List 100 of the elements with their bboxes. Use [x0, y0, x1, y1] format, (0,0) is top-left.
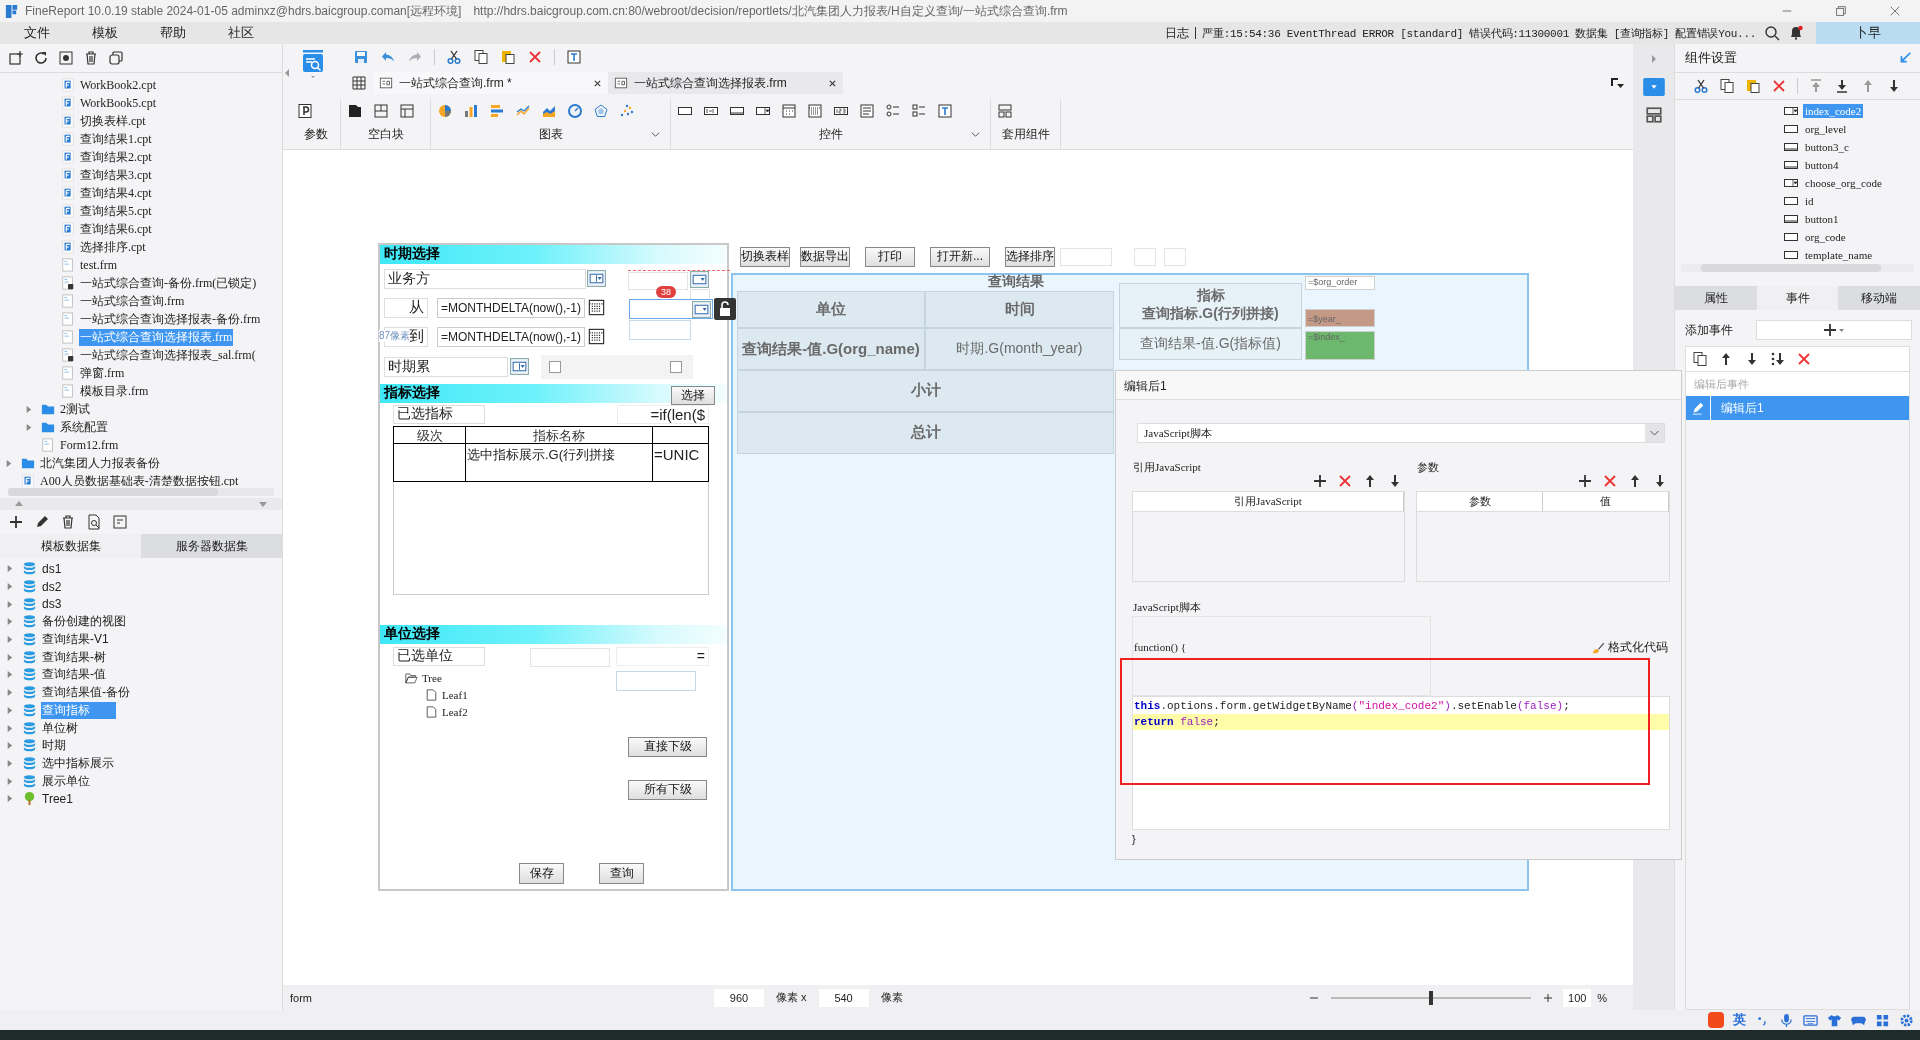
file-tree-item[interactable]: 查询结果5.cpt	[79, 202, 153, 220]
panel-tab[interactable]: 属性	[1675, 286, 1757, 310]
dataset-item[interactable]: 展示单位	[41, 772, 91, 790]
cut-icon[interactable]	[446, 49, 462, 65]
close-icon[interactable]	[828, 78, 837, 88]
file-tree-item[interactable]: 一站式综合查询-备份.frm(已锁定)	[79, 274, 258, 292]
radar-chart-icon[interactable]	[593, 103, 609, 120]
edit-icon[interactable]	[34, 514, 50, 530]
expand-arrow-icon[interactable]	[5, 741, 14, 751]
text-field[interactable]	[616, 670, 696, 691]
parameter-icon[interactable]	[297, 103, 313, 120]
cut-icon[interactable]	[1693, 78, 1709, 94]
dataset-tab[interactable]: 服务器数据集	[141, 534, 282, 558]
dropdown-icon[interactable]	[690, 270, 709, 288]
widget-item[interactable]: button3_c	[1803, 140, 1851, 154]
date-field[interactable]: =MONTHDELTA(now(),-1)	[437, 326, 585, 347]
expand-arrow-icon[interactable]	[5, 564, 14, 574]
tree-node[interactable]: Tree	[422, 672, 442, 685]
block-icon[interactable]	[347, 103, 363, 120]
file-tree-item[interactable]: 查询结果6.cpt	[79, 220, 153, 238]
dataset-item[interactable]: Tree1	[41, 791, 74, 806]
expand-arrow-icon[interactable]	[5, 705, 14, 715]
script-type-select[interactable]: JavaScript脚本	[1137, 423, 1665, 443]
file-tree-item[interactable]: 一站式综合查询选择报表_sal.frm(	[79, 346, 257, 364]
calendar-icon[interactable]	[587, 297, 606, 317]
toolbar-button[interactable]: 数据导出	[800, 246, 850, 267]
lock-icon[interactable]	[714, 297, 736, 320]
sort-icon[interactable]	[1770, 351, 1786, 367]
action-button[interactable]: 所有下级	[628, 779, 707, 800]
file-tree-item[interactable]: 选择排序.cpt	[79, 238, 147, 256]
menu-item[interactable]: 文件	[0, 24, 50, 42]
paste-icon[interactable]	[1745, 78, 1761, 94]
expand-arrow-icon[interactable]	[4, 458, 13, 468]
log-link[interactable]: 日志	[1165, 24, 1190, 42]
document-search-icon[interactable]	[86, 514, 102, 530]
delete-icon[interactable]	[527, 49, 543, 65]
add-icon[interactable]	[8, 514, 24, 530]
expand-arrow-icon[interactable]	[5, 652, 14, 662]
file-tree-item[interactable]: 一站式综合查询.frm	[79, 292, 186, 310]
dataset-item[interactable]: ds1	[41, 561, 63, 576]
formula-field[interactable]: =	[616, 646, 709, 666]
folder-open-icon[interactable]	[405, 672, 418, 685]
dataset-item[interactable]: ds2	[41, 579, 63, 594]
delete-icon[interactable]	[1337, 473, 1353, 489]
expand-arrow-icon[interactable]	[24, 404, 33, 414]
grid-icon[interactable]	[1875, 1012, 1890, 1028]
expand-arrow-icon[interactable]	[5, 723, 14, 733]
table-layout-icon[interactable]	[399, 103, 415, 120]
dataset-item[interactable]: 时期	[41, 737, 67, 755]
save-icon[interactable]	[353, 49, 369, 65]
scrollbar-thumb[interactable]	[8, 488, 218, 496]
trash-icon[interactable]	[83, 50, 99, 66]
collapse-down-icon[interactable]	[258, 499, 268, 509]
scrollbar-thumb[interactable]	[1701, 264, 1881, 272]
widget-item[interactable]: id	[1803, 194, 1816, 208]
dataset-item[interactable]: ds3	[41, 597, 63, 612]
expand-arrow-icon[interactable]	[5, 635, 14, 645]
toolbar-button[interactable]: 打开新...	[930, 246, 990, 267]
dataset-item[interactable]: 选中指标展示	[41, 754, 115, 772]
slider-thumb[interactable]	[1429, 990, 1434, 1005]
menu-item[interactable]: 帮助	[136, 24, 186, 42]
report-designer-icon[interactable]	[301, 50, 325, 80]
widget-item[interactable]: org_level	[1803, 122, 1849, 136]
dock-arrow-icon[interactable]	[1898, 51, 1912, 65]
widget-item[interactable]: button1	[1803, 212, 1841, 226]
file-tree-item[interactable]: 一站式综合查询选择报表-备份.frm	[79, 310, 262, 328]
widget-item[interactable]: org_code	[1803, 230, 1848, 244]
file-tree-item[interactable]: 查询结果1.cpt	[79, 130, 153, 148]
zoom-field[interactable]: 100	[1563, 988, 1592, 1007]
keyboard-icon[interactable]	[1803, 1012, 1818, 1028]
toolbar-button[interactable]: 选择排序	[1005, 246, 1055, 267]
bell-icon[interactable]	[1788, 25, 1804, 41]
bar-chart-icon[interactable]	[463, 103, 479, 120]
file-tree-item[interactable]: 模板目录.frm	[79, 382, 150, 400]
dropdown-icon[interactable]	[587, 269, 606, 287]
widget-item[interactable]: button4	[1803, 158, 1841, 172]
file-tree-item[interactable]: 查询结果4.cpt	[79, 184, 153, 202]
panel-tab[interactable]: 移动端	[1838, 286, 1920, 310]
panel-tab[interactable]: 事件	[1756, 286, 1839, 310]
radio-group-icon[interactable]	[885, 103, 901, 120]
expand-arrow-icon[interactable]	[5, 758, 14, 768]
file-tree-item[interactable]: 切换表样.cpt	[79, 112, 147, 130]
file-tree-item[interactable]: WorkBook2.cpt	[79, 77, 158, 93]
trash-icon[interactable]	[60, 514, 76, 530]
date-widget-icon[interactable]	[781, 103, 797, 120]
checkbox-group-icon[interactable]	[911, 103, 927, 120]
date-field[interactable]: =MONTHDELTA(now(),-1)	[437, 297, 585, 318]
template-tab[interactable]: 一站式综合查询.frm *	[373, 72, 608, 94]
dataset-item[interactable]: 查询结果-值	[41, 666, 107, 684]
layout-icon[interactable]	[1644, 106, 1663, 124]
template-tab[interactable]: 一站式综合查询选择报表.frm	[608, 72, 843, 94]
format-code-link[interactable]: 格式化代码	[1608, 639, 1668, 656]
file-tree-item[interactable]: 北汽集团人力报表备份	[39, 454, 161, 472]
file-tree-item[interactable]: 系统配置	[59, 418, 109, 436]
expand-arrow-icon[interactable]	[5, 688, 14, 698]
file-tree-item[interactable]: 弹窗.frm	[79, 364, 126, 382]
expand-arrow-icon[interactable]	[24, 422, 33, 432]
tree-node[interactable]: Leaf1	[442, 689, 468, 702]
close-icon[interactable]	[593, 78, 602, 88]
menu-dropdown-icon[interactable]	[1609, 75, 1625, 91]
